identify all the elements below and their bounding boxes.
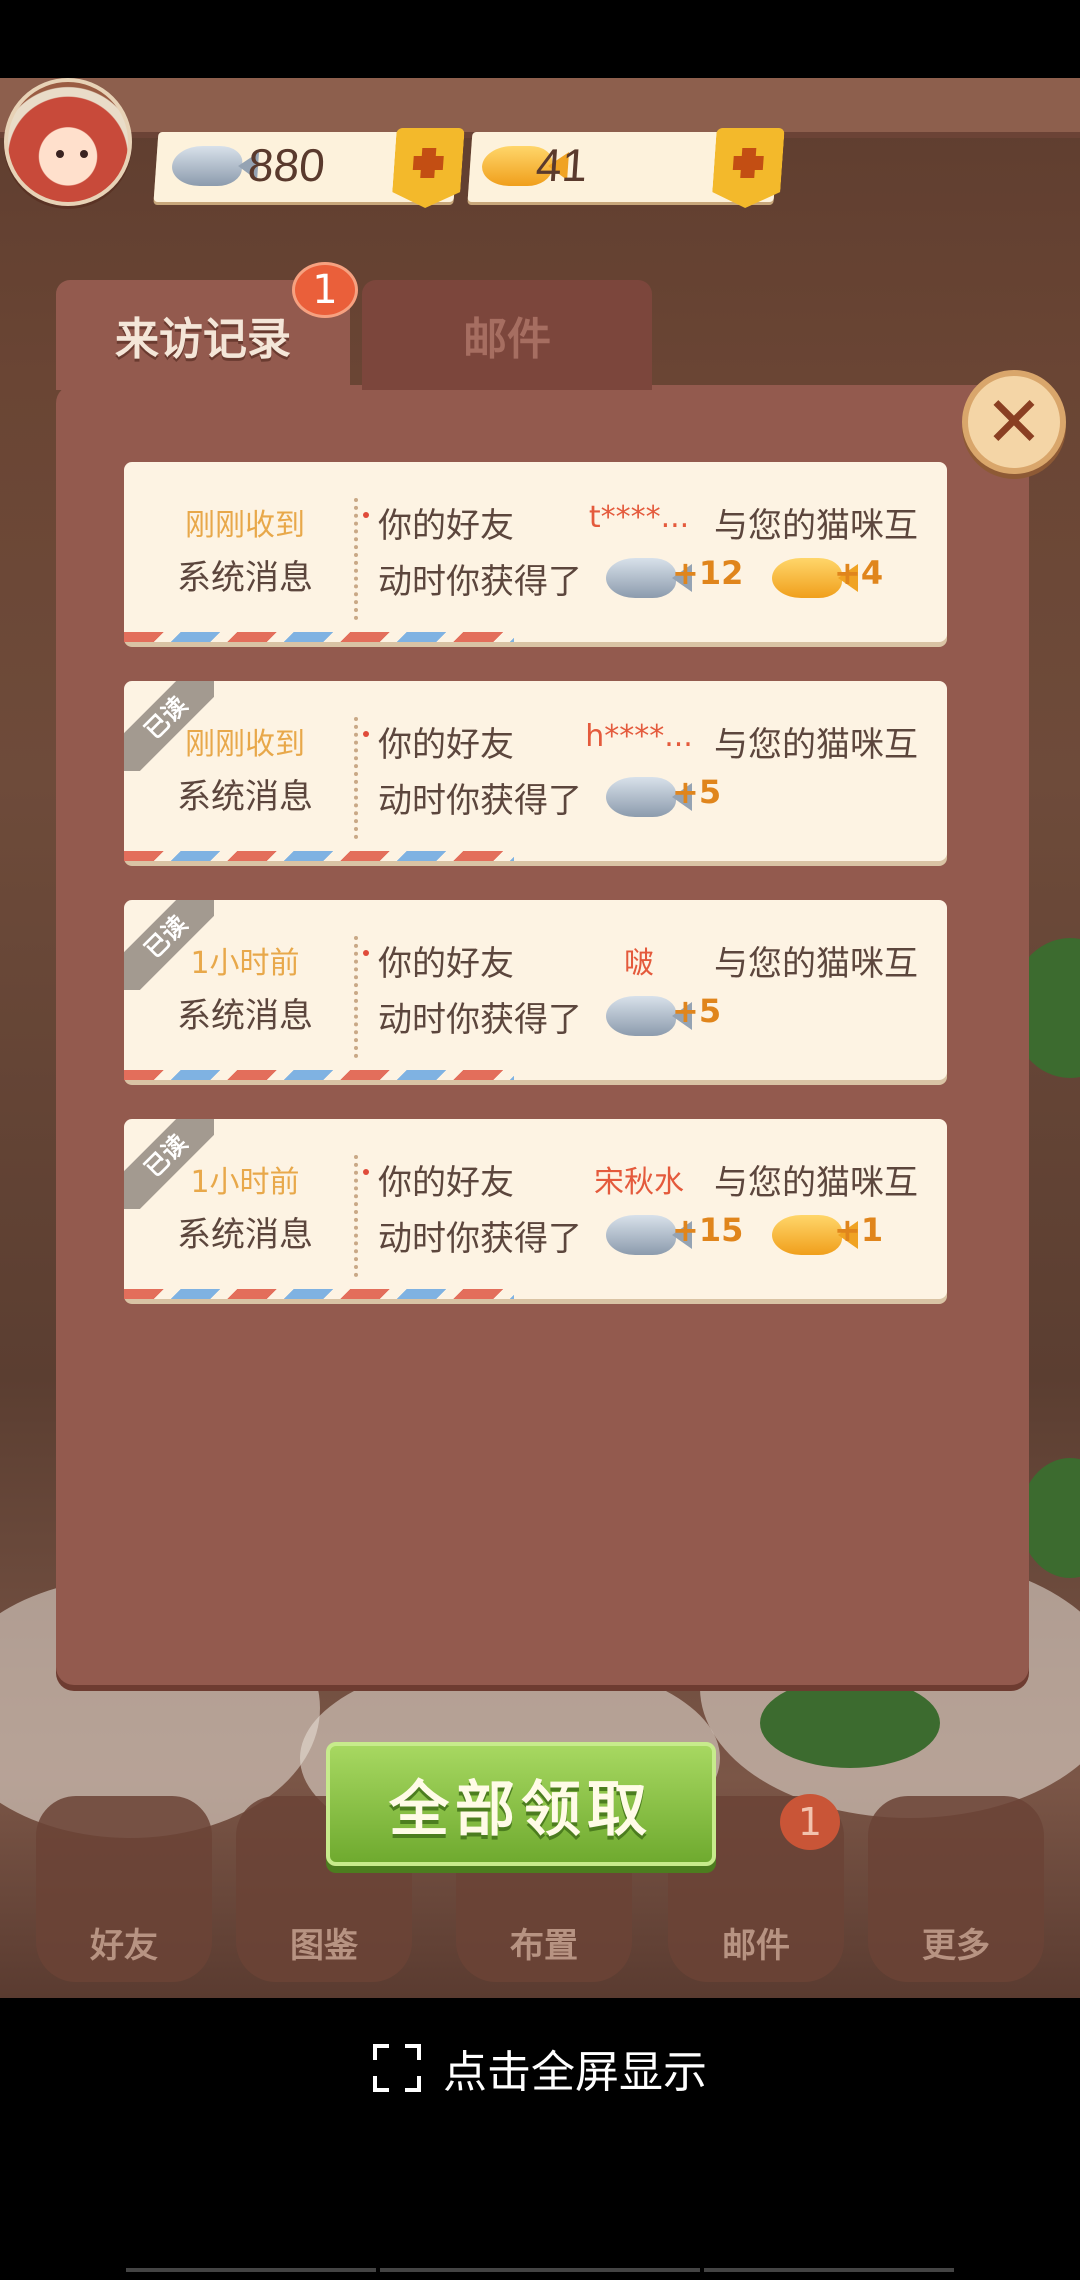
message-card[interactable]: 已读 刚刚收到 系统消息 你的好友 h****... 与您的猫咪互 动时你获得了… xyxy=(124,681,947,861)
message-type: 系统消息 xyxy=(177,1215,313,1255)
silver-fish-amount: 880 xyxy=(246,139,327,191)
avatar-eye xyxy=(56,150,64,158)
system-nav-indicator xyxy=(704,2268,954,2272)
fullscreen-label: 点击全屏显示 xyxy=(443,2047,707,2098)
add-gold-fish-button[interactable] xyxy=(711,128,785,208)
system-nav-indicator xyxy=(380,2268,700,2272)
tab-mail[interactable]: 邮件 xyxy=(362,280,652,390)
nav-collection-label: 图鉴 xyxy=(290,1926,358,1966)
envelope-stripe xyxy=(124,1289,514,1299)
unread-dot xyxy=(363,512,369,518)
silver-reward: +5 xyxy=(672,773,722,811)
fullscreen-prompt[interactable]: 点击全屏显示 xyxy=(0,1998,1080,2138)
silver-reward: +12 xyxy=(672,554,744,592)
message-time: 1小时前 xyxy=(190,1165,300,1200)
nav-mail-label: 邮件 xyxy=(722,1926,790,1966)
unread-dot xyxy=(363,1169,369,1175)
message-prefix: 你的好友 xyxy=(378,725,514,765)
message-suffix: 与您的猫咪互 xyxy=(714,506,918,546)
nav-mail-badge: 1 xyxy=(780,1794,840,1850)
gold-fish-icon xyxy=(772,558,858,598)
message-suffix: 与您的猫咪互 xyxy=(714,944,918,984)
unread-dot xyxy=(363,950,369,956)
message-card[interactable]: 已读 1小时前 系统消息 你的好友 啵 与您的猫咪互 动时你获得了 +5 xyxy=(124,900,947,1080)
message-prefix: 你的好友 xyxy=(378,944,514,984)
message-card[interactable]: 已读 1小时前 系统消息 你的好友 宋秋水 与您的猫咪互 动时你获得了 +15 … xyxy=(124,1119,947,1299)
gold-fish-counter: 41 xyxy=(467,132,779,202)
message-type: 系统消息 xyxy=(177,996,313,1036)
divider xyxy=(354,717,358,839)
envelope-stripe xyxy=(124,1070,514,1080)
player-avatar[interactable] xyxy=(4,78,132,206)
message-time: 刚刚收到 xyxy=(185,727,305,762)
bush-decoration xyxy=(1020,1458,1080,1578)
friend-name: 啵 xyxy=(624,946,654,981)
gold-fish-amount: 41 xyxy=(534,139,590,191)
nav-friends-label: 好友 xyxy=(90,1926,158,1966)
unread-dot xyxy=(363,731,369,737)
silver-fish-icon xyxy=(606,777,692,817)
message-type: 系统消息 xyxy=(177,558,313,598)
silver-fish-counter: 880 xyxy=(153,132,459,202)
divider xyxy=(354,936,358,1058)
message-prefix: 你的好友 xyxy=(378,1163,514,1203)
message-line2: 动时你获得了 xyxy=(378,1219,582,1259)
friend-name: t****... xyxy=(588,500,690,535)
close-button[interactable]: ✕ xyxy=(962,370,1066,474)
gold-fish-icon xyxy=(772,1215,858,1255)
silver-reward: +5 xyxy=(672,992,722,1030)
message-prefix: 你的好友 xyxy=(378,506,514,546)
message-type: 系统消息 xyxy=(177,777,313,817)
message-suffix: 与您的猫咪互 xyxy=(714,1163,918,1203)
divider xyxy=(354,498,358,620)
visit-records-badge: 1 xyxy=(292,262,358,318)
message-line2: 动时你获得了 xyxy=(378,1000,582,1040)
silver-fish-icon xyxy=(606,1215,692,1255)
bush-decoration xyxy=(760,1678,940,1768)
claim-all-button[interactable]: 全部领取 xyxy=(326,1742,716,1866)
gold-reward: +1 xyxy=(834,1211,884,1249)
silver-fish-icon xyxy=(606,996,692,1036)
expand-icon xyxy=(373,2044,421,2092)
nav-decorate-label: 布置 xyxy=(510,1926,578,1966)
envelope-stripe xyxy=(124,632,514,642)
silver-fish-icon xyxy=(170,146,244,186)
friend-name: 宋秋水 xyxy=(594,1165,684,1200)
divider xyxy=(354,1155,358,1277)
message-line2: 动时你获得了 xyxy=(378,562,582,602)
silver-reward: +15 xyxy=(672,1211,744,1249)
nav-more-label: 更多 xyxy=(922,1926,990,1966)
message-time: 刚刚收到 xyxy=(185,508,305,543)
message-card[interactable]: 刚刚收到 系统消息 你的好友 t****... 与您的猫咪互 动时你获得了 +1… xyxy=(124,462,947,642)
add-silver-fish-button[interactable] xyxy=(391,128,465,208)
close-icon: ✕ xyxy=(984,381,1044,463)
friend-name: h****... xyxy=(585,719,693,754)
avatar-eye xyxy=(80,150,88,158)
message-suffix: 与您的猫咪互 xyxy=(714,725,918,765)
gold-reward: +4 xyxy=(834,554,884,592)
silver-fish-icon xyxy=(606,558,692,598)
system-nav-indicator xyxy=(126,2268,376,2272)
message-line2: 动时你获得了 xyxy=(378,781,582,821)
envelope-stripe xyxy=(124,851,514,861)
roof-beam xyxy=(0,78,1080,138)
message-time: 1小时前 xyxy=(190,946,300,981)
